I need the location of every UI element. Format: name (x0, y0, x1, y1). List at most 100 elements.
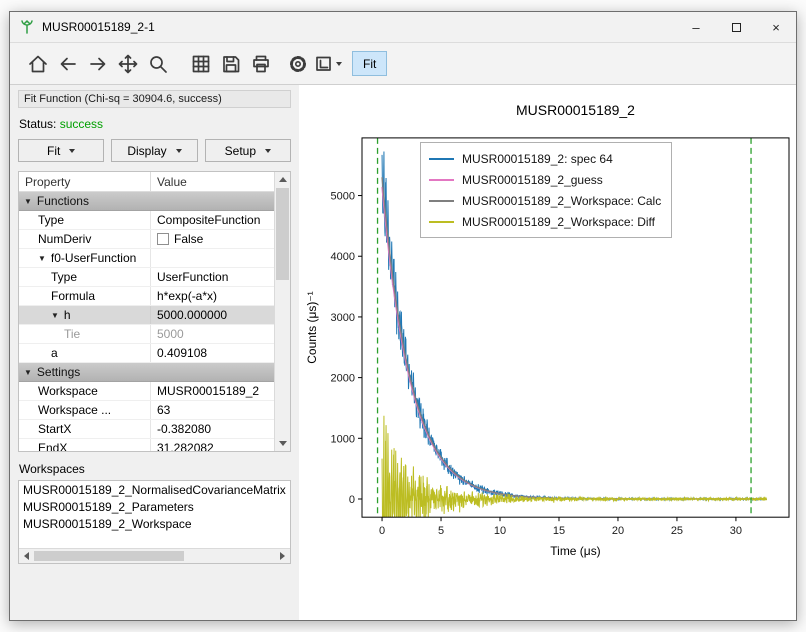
back-button[interactable] (53, 49, 82, 79)
vertical-scrollbar[interactable] (274, 172, 290, 451)
property-name: Workspace ... (38, 403, 111, 417)
workspace-list-item[interactable]: MUSR00015189_2_Workspace (20, 516, 289, 533)
fit-property-panel: Fit Function (Chi-sq = 30904.6, success)… (10, 85, 299, 620)
property-name: Tie (64, 327, 80, 341)
property-value[interactable]: False (174, 232, 203, 246)
maximize-button[interactable] (716, 12, 756, 42)
property-row-numderiv[interactable]: NumDerivFalse (19, 230, 274, 249)
scroll-up-button[interactable] (275, 172, 290, 187)
property-value[interactable]: 5000.000000 (157, 308, 227, 322)
property-section-functions[interactable]: ▼ Functions (19, 192, 274, 211)
property-grid: Property Value ▼ Functions TypeCompositeFu… (18, 171, 291, 452)
legend-label: MUSR00015189_2: spec 64 (462, 152, 613, 166)
collapse-arrow-icon[interactable]: ▼ (38, 254, 46, 263)
property-row-startx[interactable]: StartX -0.382080 (19, 420, 274, 439)
property-row-type[interactable]: TypeCompositeFunction (19, 211, 274, 230)
legend-line-swatch (429, 200, 454, 202)
grid-icon (190, 53, 212, 75)
property-value[interactable]: UserFunction (157, 270, 228, 284)
plot-panel: 051015202530010002000300040005000MUSR000… (299, 85, 796, 620)
zoom-button[interactable] (143, 49, 172, 79)
property-value[interactable]: h*exp(-a*x) (157, 289, 217, 303)
property-row-tie[interactable]: Tie 5000 (19, 325, 274, 344)
setup-menu-button[interactable]: Setup (205, 139, 291, 162)
horizontal-scrollbar[interactable] (19, 548, 290, 563)
triangle-right-icon (280, 552, 285, 560)
property-row-workspace-[interactable]: Workspace ... 63 (19, 401, 274, 420)
column-header-value: Value (151, 172, 274, 191)
arrow-right-icon (87, 53, 109, 75)
property-value[interactable]: 0.409108 (157, 346, 207, 360)
checkbox[interactable] (157, 233, 169, 245)
arrow-left-icon (57, 53, 79, 75)
workspaces-label: Workspaces (19, 462, 290, 476)
fit-menu-button[interactable]: Fit (18, 139, 104, 162)
scroll-down-button[interactable] (275, 436, 290, 451)
svg-text:20: 20 (612, 525, 624, 537)
workspaces-list[interactable]: MUSR00015189_2_NormalisedCovarianceMatri… (18, 480, 291, 564)
property-row-type[interactable]: TypeUserFunction (19, 268, 274, 287)
property-grid-body: ▼ Functions TypeCompositeFunctionNumDerivF… (19, 192, 274, 451)
svg-text:Counts (μs)⁻¹: Counts (μs)⁻¹ (305, 291, 319, 363)
workspace-list-item[interactable]: MUSR00015189_2_Parameters (20, 499, 289, 516)
app-window: MUSR00015189_2-1 – × Fit Fit Function (C… (9, 11, 797, 621)
property-row-f0-userfunction[interactable]: ▼ f0-UserFunction (19, 249, 274, 268)
home-icon (27, 53, 49, 75)
property-value[interactable]: CompositeFunction (157, 213, 260, 227)
axes-menu-button[interactable] (313, 49, 342, 79)
subplots-button[interactable] (186, 49, 215, 79)
collapse-arrow-icon[interactable]: ▼ (51, 311, 59, 320)
workspace-list-item[interactable]: MUSR00015189_2_NormalisedCovarianceMatri… (20, 482, 289, 499)
svg-text:2000: 2000 (331, 373, 355, 385)
property-value[interactable]: MUSR00015189_2 (157, 384, 259, 398)
property-row-endx[interactable]: EndX 31.282082 (19, 439, 274, 451)
dropdown-arrow-icon (176, 149, 182, 153)
scroll-left-button[interactable] (19, 549, 34, 563)
scroll-right-button[interactable] (275, 549, 290, 563)
svg-text:1000: 1000 (331, 433, 355, 445)
status-label: Status: (19, 117, 56, 131)
column-header-property: Property (19, 172, 151, 191)
scrollbar-thumb[interactable] (34, 551, 184, 561)
legend-line-swatch (429, 158, 454, 160)
property-name: f0-UserFunction (51, 251, 136, 265)
property-row-formula[interactable]: Formulah*exp(-a*x) (19, 287, 274, 306)
customize-button[interactable] (283, 49, 312, 79)
property-row-h[interactable]: ▼h5000.000000 (19, 306, 274, 325)
legend-label: MUSR00015189_2_Workspace: Calc (462, 194, 661, 208)
titlebar[interactable]: MUSR00015189_2-1 – × (10, 12, 796, 43)
printer-icon (250, 53, 272, 75)
axes-icon (313, 53, 335, 75)
property-name: EndX (38, 441, 67, 451)
property-section-settings[interactable]: ▼Settings (19, 363, 274, 382)
property-value[interactable]: 31.282082 (157, 441, 214, 451)
property-value[interactable]: -0.382080 (157, 422, 211, 436)
section-label: Functions (37, 194, 89, 208)
fit-toggle-button[interactable]: Fit (352, 51, 387, 76)
close-button[interactable]: × (756, 12, 796, 42)
property-name: StartX (38, 422, 71, 436)
save-button[interactable] (216, 49, 245, 79)
home-button[interactable] (23, 49, 52, 79)
legend-entry: MUSR00015189_2: spec 64 (429, 148, 661, 169)
property-name: a (51, 346, 58, 360)
dropdown-arrow-icon (69, 149, 75, 153)
app-icon (19, 19, 35, 35)
property-row-a[interactable]: a 0.409108 (19, 344, 274, 363)
minimize-button[interactable]: – (676, 12, 716, 42)
svg-text:3000: 3000 (331, 312, 355, 324)
triangle-left-icon (24, 552, 29, 560)
triangle-up-icon (279, 177, 287, 182)
collapse-arrow-icon[interactable]: ▼ (24, 197, 32, 206)
forward-button[interactable] (83, 49, 112, 79)
property-row-workspace[interactable]: WorkspaceMUSR00015189_2 (19, 382, 274, 401)
dropdown-arrow-icon (336, 62, 342, 66)
print-button[interactable] (246, 49, 275, 79)
scrollbar-thumb[interactable] (276, 188, 289, 280)
display-menu-button[interactable]: Display (111, 139, 197, 162)
collapse-arrow-icon[interactable]: ▼ (24, 368, 32, 377)
property-value[interactable]: 63 (157, 403, 170, 417)
property-value[interactable]: 5000 (157, 327, 184, 341)
pan-button[interactable] (113, 49, 142, 79)
fit-function-header[interactable]: Fit Function (Chi-sq = 30904.6, success) (18, 90, 291, 108)
